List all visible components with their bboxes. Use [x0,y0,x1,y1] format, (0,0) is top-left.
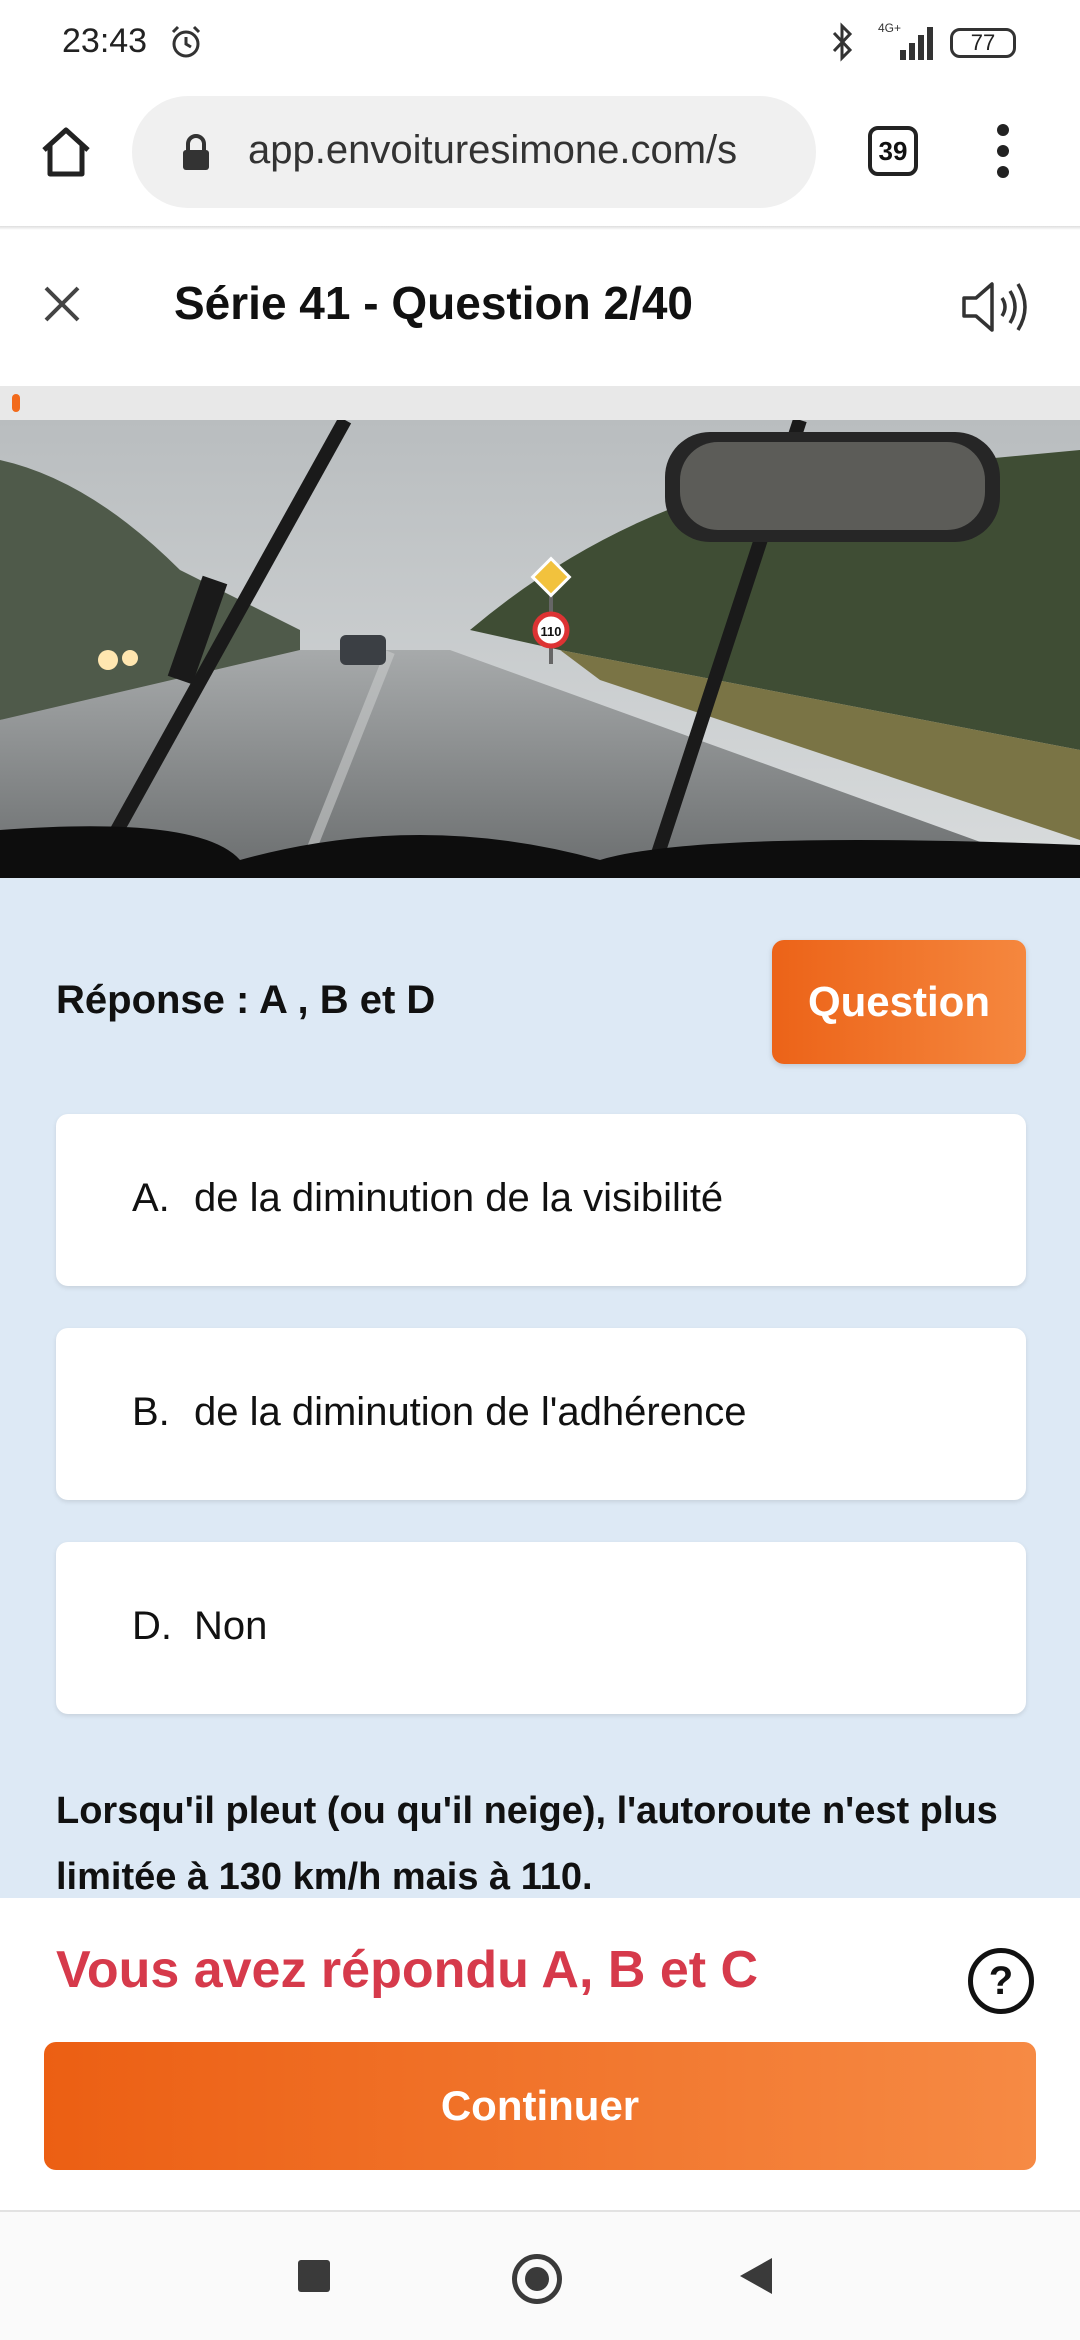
browser-toolbar: app.envoituresimone.com/s 39 [0,86,1080,228]
choice-text: de la diminution de la visibilité [194,1176,724,1220]
app-header: Série 41 - Question 2/40 [0,230,1080,386]
choice-letter: B. [132,1390,170,1434]
speed-sign: 110 [541,624,562,639]
user-answer-result: Vous avez répondu A, B et C [56,1941,759,1999]
url-bar[interactable]: app.envoituresimone.com/s [132,96,816,208]
result-panel: Vous avez répondu A, B et C ? Continuer [0,1898,1080,2210]
choice-text: de la diminution de l'adhérence [194,1390,747,1434]
choice-d[interactable]: D. Non [56,1542,1026,1714]
more-vert-icon[interactable] [988,124,1018,182]
question-button[interactable]: Question [772,940,1026,1064]
choice-letter: A. [132,1176,170,1220]
progress-fill [12,394,20,412]
answer-panel: Réponse : A , B et D Question A. de la d… [0,878,1080,1898]
status-time: 23:43 [62,22,148,60]
alarm-icon [171,25,201,58]
bluetooth-icon [832,22,853,62]
back-icon[interactable] [740,2258,772,2294]
speaker-icon[interactable] [960,278,1030,336]
question-image: 110 [0,420,1080,878]
lock-icon [183,134,209,170]
home-circle-icon[interactable] [512,2254,562,2304]
close-icon[interactable] [40,282,84,326]
status-bar: 23:43 4G+ 77 [0,0,1080,86]
signal-icon: 4G+ [878,21,933,60]
tab-switcher-button[interactable]: 39 [868,126,918,176]
recent-apps-icon[interactable] [298,2260,330,2292]
correct-answer-label: Réponse : A , B et D [56,978,436,1022]
choice-text: Non [194,1604,268,1648]
choice-b[interactable]: B. de la diminution de l'adhérence [56,1328,1026,1500]
continue-button[interactable]: Continuer [44,2042,1036,2170]
system-nav-bar [0,2212,1080,2340]
explanation-text: Lorsqu'il pleut (ou qu'il neige), l'auto… [56,1790,998,1898]
progress-bar [0,386,1080,420]
home-icon[interactable] [38,124,94,180]
choice-a[interactable]: A. de la diminution de la visibilité [56,1114,1026,1286]
help-icon[interactable]: ? [968,1948,1034,2014]
page-title: Série 41 - Question 2/40 [174,277,694,329]
battery-icon: 77 [950,28,1016,58]
network-label: 4G+ [878,21,901,35]
url-text: app.envoituresimone.com/s [248,128,738,172]
choice-letter: D. [132,1604,172,1648]
